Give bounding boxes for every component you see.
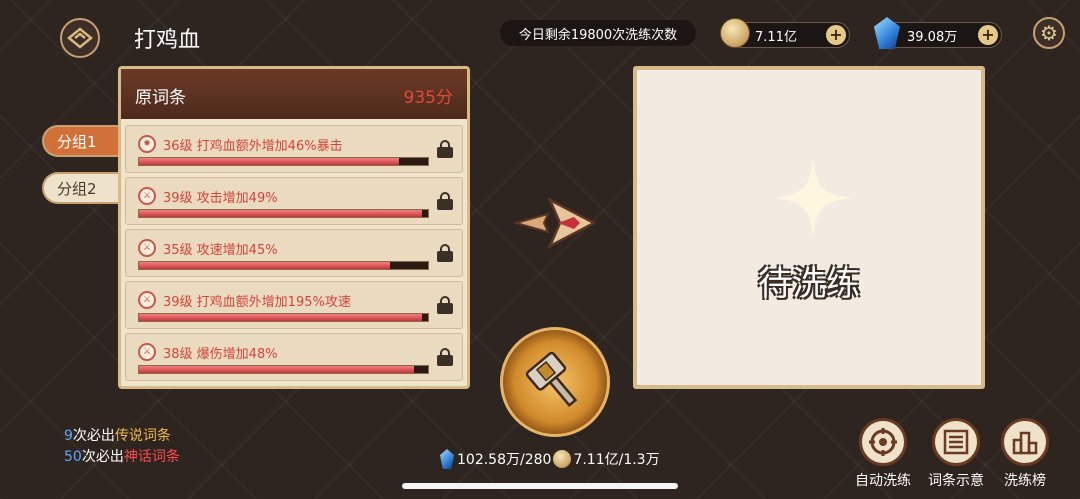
back-arrow-icon: [67, 27, 93, 49]
affix-progress-bar: [138, 157, 429, 166]
auto-refine-action[interactable]: 自动洗练: [853, 418, 913, 490]
pending-status: 待洗练: [758, 264, 860, 304]
refine-cost: 102.58万/280 7.11亿/1.3万: [440, 449, 660, 469]
gold-coin-icon: [720, 18, 750, 48]
lock-icon[interactable]: [437, 296, 453, 314]
hint-affix-type: 传说词条: [114, 428, 171, 444]
add-gold-button[interactable]: +: [826, 25, 846, 45]
affix-preview-button[interactable]: [932, 418, 980, 466]
affix-progress-fill: [139, 314, 423, 321]
original-affix-panel: 原词条 935分 ✹ 36级 打鸡血额外增加46%暴击 ⚔ 39级 攻击增加49…: [118, 66, 470, 389]
remaining-count: 今日剩余19800次洗练次数: [500, 20, 696, 46]
ranking-button[interactable]: [1001, 418, 1049, 466]
legend-guarantee-hint: 9次必出传说词条: [64, 425, 171, 445]
hint-count: 9: [64, 428, 73, 444]
gold-coin-icon: [553, 450, 572, 468]
back-button[interactable]: [60, 18, 100, 58]
hint-text: 次必出: [81, 449, 124, 465]
settings-button[interactable]: ⚙: [1033, 17, 1065, 49]
home-indicator[interactable]: [402, 483, 678, 489]
panel-header: 原词条 935分: [121, 69, 467, 119]
hint-affix-type: 神话词条: [123, 449, 180, 465]
hint-count: 50: [64, 449, 82, 465]
podium-icon: [1012, 431, 1038, 455]
ranking-action[interactable]: 洗练榜: [995, 418, 1055, 490]
affix-badge-icon: ⚔: [138, 343, 156, 361]
lock-icon[interactable]: [437, 244, 453, 262]
add-crystal-button[interactable]: +: [978, 25, 998, 45]
affix-badge-icon: ✹: [138, 135, 156, 153]
affix-text: 36级 打鸡血额外增加46%暴击: [163, 139, 343, 154]
affix-progress-bar: [138, 313, 429, 322]
affix-row: ⚔ 35级 攻速增加45%: [125, 229, 463, 277]
affix-progress-fill: [139, 366, 414, 373]
affix-text: 38级 爆伤增加48%: [163, 347, 278, 362]
gear-icon: ⚙: [1040, 21, 1058, 45]
auto-refine-button[interactable]: [859, 418, 907, 466]
affix-progress-bar: [138, 365, 429, 374]
list-icon: [943, 429, 969, 455]
myth-guarantee-hint: 50次必出神话词条: [64, 446, 180, 466]
affix-text: 39级 打鸡血额外增加195%攻速: [163, 295, 351, 310]
affix-text: 35级 攻速增加45%: [163, 243, 278, 258]
affix-badge-icon: ⚔: [138, 239, 156, 257]
affix-row: ⚔ 39级 攻击增加49%: [125, 177, 463, 225]
hammer-icon: [525, 351, 578, 408]
auto-refine-label: 自动洗练: [855, 473, 911, 489]
affix-progress-bar: [138, 209, 429, 218]
gold-cost: 7.11亿/1.3万: [573, 452, 660, 468]
affix-row: ✹ 36级 打鸡血额外增加46%暴击: [125, 125, 463, 173]
affix-preview-action[interactable]: 词条示意: [926, 418, 986, 490]
affix-text: 39级 攻击增加49%: [163, 191, 278, 206]
arrow-right-icon: [514, 197, 596, 249]
affix-progress-fill: [139, 158, 400, 165]
affix-progress-bar: [138, 261, 429, 270]
affix-row: ⚔ 39级 打鸡血额外增加195%攻速: [125, 281, 463, 329]
page-title: 打鸡血: [134, 28, 201, 53]
affix-badge-icon: ⚔: [138, 291, 156, 309]
affix-progress-fill: [139, 210, 423, 217]
lock-icon[interactable]: [437, 140, 453, 158]
refine-result-panel: 待洗练: [633, 66, 985, 389]
ranking-label: 洗练榜: [1004, 473, 1046, 489]
affix-preview-label: 词条示意: [928, 473, 984, 489]
crystal-icon: [440, 449, 454, 469]
refine-button[interactable]: [500, 327, 610, 437]
crystal-cost: 102.58万/280: [457, 452, 552, 468]
hint-text: 次必出: [72, 428, 115, 444]
affix-row: ⚔ 38级 爆伤增加48%: [125, 333, 463, 381]
group-tab-2[interactable]: 分组2: [42, 172, 122, 204]
lock-icon[interactable]: [437, 192, 453, 210]
affix-score: 935分: [403, 88, 453, 108]
group-tab-1[interactable]: 分组1: [42, 125, 122, 157]
affix-badge-icon: ⚔: [138, 187, 156, 205]
lock-icon[interactable]: [437, 348, 453, 366]
affix-progress-fill: [139, 262, 391, 269]
panel-title: 原词条: [135, 88, 186, 108]
sparkle-icon: [773, 158, 853, 238]
auto-refine-icon: [869, 428, 897, 456]
